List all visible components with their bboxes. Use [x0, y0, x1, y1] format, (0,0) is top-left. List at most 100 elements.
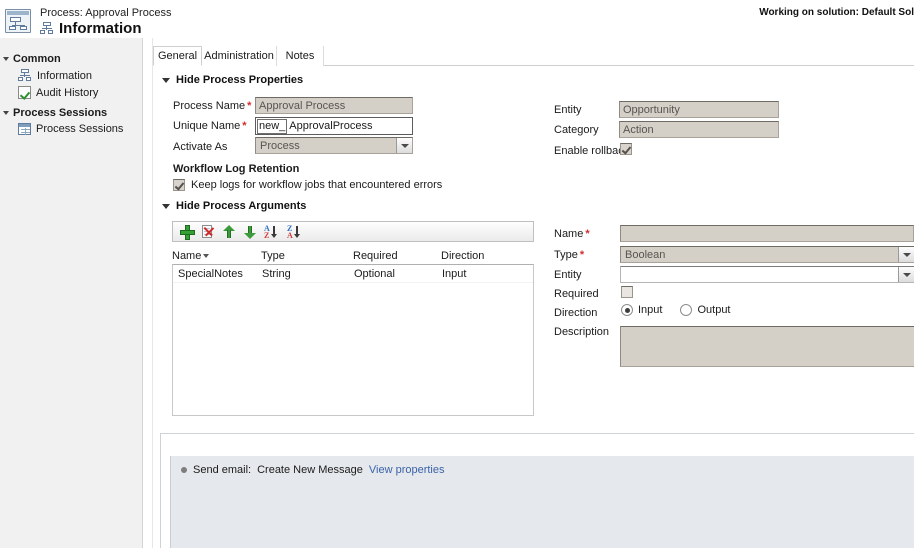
- page-header: Process: Approval Process Information Wo…: [0, 0, 914, 38]
- tab-general[interactable]: General: [153, 46, 202, 66]
- process-small-icon: [40, 22, 54, 35]
- argument-required-label: Required: [554, 288, 599, 300]
- column-header-required[interactable]: Required: [353, 250, 441, 262]
- tab-label: General: [157, 50, 198, 62]
- cell-type: String: [262, 267, 291, 280]
- entity-value: Opportunity: [623, 104, 680, 116]
- grid-icon: [18, 123, 31, 135]
- left-navigation-pane: Common Information Audit History Process…: [0, 38, 143, 548]
- sidebar-item-audit-history[interactable]: Audit History: [0, 84, 142, 101]
- page-title: Information: [59, 20, 142, 37]
- sidebar-item-label: Audit History: [36, 86, 99, 99]
- arrow-up-icon[interactable]: [222, 224, 236, 239]
- arrow-down-icon[interactable]: [243, 225, 257, 239]
- nav-group-header-common[interactable]: Common: [0, 51, 142, 67]
- entity-input[interactable]: Opportunity: [619, 101, 779, 118]
- nav-group-process-sessions: Process Sessions Process Sessions: [0, 105, 142, 137]
- enable-rollback-label: Enable rollback: [554, 145, 630, 157]
- process-name-input[interactable]: Approval Process: [255, 97, 413, 114]
- direction-input-radio[interactable]: [621, 304, 633, 316]
- chevron-down-icon[interactable]: [898, 267, 914, 282]
- crm-process-form-window: Process: Approval Process Information Wo…: [0, 0, 914, 548]
- sort-caret-icon: [203, 254, 210, 259]
- argument-name-label: Name *: [554, 228, 590, 240]
- collapse-triangle-icon: [162, 203, 170, 209]
- direction-output-radio[interactable]: [680, 304, 693, 316]
- unique-name-value: ApprovalProcess: [289, 120, 373, 132]
- direction-input-label: Input: [638, 304, 663, 316]
- process-icon: [5, 9, 31, 33]
- nav-group-label: Process Sessions: [13, 107, 108, 119]
- tab-label: Notes: [285, 50, 315, 62]
- sort-az-icon[interactable]: A Z: [264, 224, 280, 239]
- process-properties-section-header[interactable]: Hide Process Properties: [162, 74, 303, 86]
- argument-entity-select[interactable]: [620, 266, 914, 283]
- workflow-steps-list: Send email: Create New Message View prop…: [170, 456, 914, 548]
- keep-logs-checkbox[interactable]: [173, 179, 185, 191]
- argument-direction-label: Direction: [554, 307, 598, 319]
- entity-label: Entity: [554, 104, 582, 116]
- argument-description-label: Description: [554, 326, 610, 338]
- plus-icon[interactable]: [180, 224, 195, 240]
- chevron-down-icon[interactable]: [898, 247, 914, 262]
- cell-required: Optional: [354, 267, 395, 280]
- activate-as-value: Process: [260, 139, 300, 152]
- required-asterisk: *: [579, 249, 585, 261]
- nav-group-header-process-sessions[interactable]: Process Sessions: [0, 105, 142, 121]
- form-tabstrip: General Administration Notes: [153, 46, 914, 66]
- unique-name-prefix: new_: [257, 118, 288, 134]
- arguments-grid[interactable]: SpecialNotes String Optional Input: [172, 264, 534, 416]
- required-asterisk: *: [585, 228, 590, 240]
- column-header-name[interactable]: Name: [172, 250, 261, 262]
- argument-required-checkbox[interactable]: [621, 286, 633, 298]
- unique-name-input[interactable]: new_ ApprovalProcess: [255, 117, 413, 135]
- tab-notes[interactable]: Notes: [277, 46, 324, 66]
- unique-name-label: Unique Name *: [173, 120, 247, 132]
- step-text-label: Create New Message: [257, 464, 363, 476]
- nav-group-label: Common: [13, 53, 61, 65]
- argument-type-select[interactable]: Boolean: [620, 246, 914, 263]
- chevron-down-icon[interactable]: [396, 138, 412, 153]
- workflow-step-row[interactable]: Send email: Create New Message View prop…: [171, 456, 914, 476]
- keep-logs-row[interactable]: Keep logs for workflow jobs that encount…: [173, 179, 442, 191]
- process-small-icon: [18, 69, 32, 82]
- process-breadcrumb-label: Process: Approval Process: [40, 7, 172, 19]
- keep-logs-label: Keep logs for workflow jobs that encount…: [191, 179, 443, 191]
- delete-document-icon[interactable]: [201, 224, 215, 239]
- category-label: Category: [554, 124, 599, 136]
- sidebar-item-process-sessions[interactable]: Process Sessions: [0, 121, 142, 137]
- argument-type-label: Type *: [554, 249, 585, 261]
- argument-name-input[interactable]: [620, 225, 914, 242]
- table-row[interactable]: SpecialNotes String Optional Input: [173, 265, 533, 283]
- arguments-grid-header: Name Type Required Direction: [172, 250, 534, 262]
- step-bullet-icon: [181, 467, 187, 473]
- direction-radio-group: Input Output: [621, 304, 731, 316]
- view-properties-link[interactable]: View properties: [369, 464, 445, 476]
- direction-output-label: Output: [697, 304, 731, 316]
- tab-administration[interactable]: Administration: [202, 46, 277, 66]
- sidebar-item-label: Process Sessions: [36, 123, 124, 135]
- tab-label: Administration: [204, 50, 274, 62]
- category-value: Action: [623, 124, 654, 136]
- required-asterisk: *: [247, 100, 252, 112]
- page-title-group: Information: [40, 20, 142, 37]
- activate-as-select[interactable]: Process: [255, 137, 413, 154]
- process-name-label: Process Name *: [173, 100, 252, 112]
- process-arguments-section-header[interactable]: Hide Process Arguments: [162, 200, 306, 212]
- column-header-direction[interactable]: Direction: [441, 250, 521, 262]
- process-name-value: Approval Process: [259, 100, 346, 112]
- collapse-triangle-icon: [162, 77, 170, 83]
- argument-description-textarea[interactable]: [620, 326, 914, 367]
- section-title: Hide Process Properties: [176, 74, 304, 86]
- cell-direction: Input: [442, 267, 467, 280]
- enable-rollback-checkbox[interactable]: [620, 143, 632, 155]
- step-prefix-label: Send email:: [193, 464, 252, 476]
- workflow-steps-panel: Send email: Create New Message View prop…: [160, 433, 914, 548]
- argument-entity-label: Entity: [554, 269, 582, 281]
- category-input[interactable]: Action: [619, 121, 779, 138]
- sort-za-icon[interactable]: Z A: [287, 224, 303, 239]
- sidebar-item-information[interactable]: Information: [0, 67, 142, 84]
- nav-group-common: Common Information Audit History: [0, 51, 142, 101]
- workflow-log-retention-heading: Workflow Log Retention: [173, 163, 300, 175]
- column-header-type[interactable]: Type: [261, 250, 353, 262]
